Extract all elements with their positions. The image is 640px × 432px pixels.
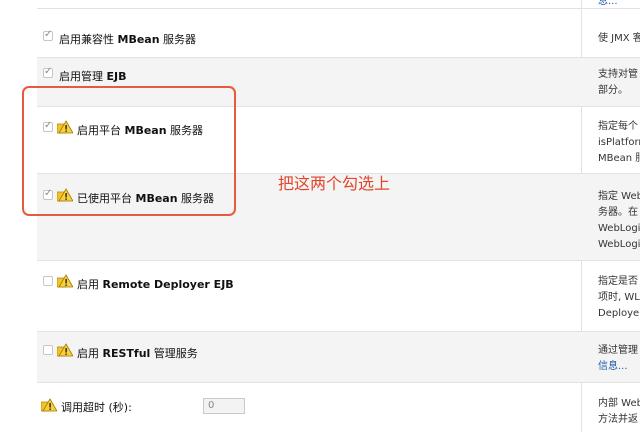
mgmt-ejb-label: 启用管理 EJB [59, 70, 127, 83]
compat-mbean-checkbox[interactable] [43, 29, 53, 41]
compat-mbean-label: 启用兼容性 MBean 服务器 [59, 33, 197, 46]
used-platform-mbean-desc-1: 指定 Web [598, 191, 640, 202]
remote-deployer-desc-2: 项时, WL [598, 292, 640, 303]
used-platform-mbean-desc-2: 务器。在 [598, 207, 638, 218]
platform-mbean-desc-2: isPlatform [598, 137, 640, 148]
warning-icon [57, 274, 73, 288]
top-partial-row [37, 0, 640, 9]
warning-icon [57, 343, 73, 357]
timeout-desc-1: 内部 Web [598, 398, 640, 409]
restful-label: 启用 RESTful 管理服务 [77, 347, 198, 360]
timeout-label: 调用超时 (秒): [61, 401, 132, 414]
timeout-input[interactable]: 0 [203, 398, 245, 414]
timeout-desc-2: 方法并返 [598, 414, 638, 425]
mgmt-ejb-checkbox[interactable] [43, 66, 53, 78]
more-info-link-top[interactable]: 息... [598, 0, 618, 10]
used-platform-mbean-desc-3: WebLogi [598, 223, 640, 234]
platform-mbean-desc-3: MBean 服 [598, 153, 640, 164]
mgmt-ejb-desc-1: 支持对管 [598, 69, 638, 80]
restful-checkbox[interactable] [43, 345, 53, 355]
remote-deployer-label: 启用 Remote Deployer EJB [77, 278, 234, 291]
highlight-box [22, 86, 236, 216]
warning-icon [41, 398, 57, 412]
annotation-text: 把这两个勾选上 [278, 174, 391, 193]
remote-deployer-desc-3: Deployer [598, 308, 640, 319]
mgmt-ejb-desc-2: 部分。 [598, 85, 628, 96]
restful-desc-1: 通过管理 [598, 345, 638, 356]
compat-mbean-desc: 使 JMX 客 [598, 33, 640, 44]
remote-deployer-desc-1: 指定是否 [598, 276, 638, 287]
remote-deployer-checkbox[interactable] [43, 276, 53, 286]
restful-more-info-link[interactable]: 信息... [598, 359, 628, 375]
used-platform-mbean-desc-4: WebLogi [598, 239, 640, 250]
setting-row-remote-deployer [37, 261, 640, 332]
platform-mbean-desc-1: 指定每个 [598, 121, 638, 132]
